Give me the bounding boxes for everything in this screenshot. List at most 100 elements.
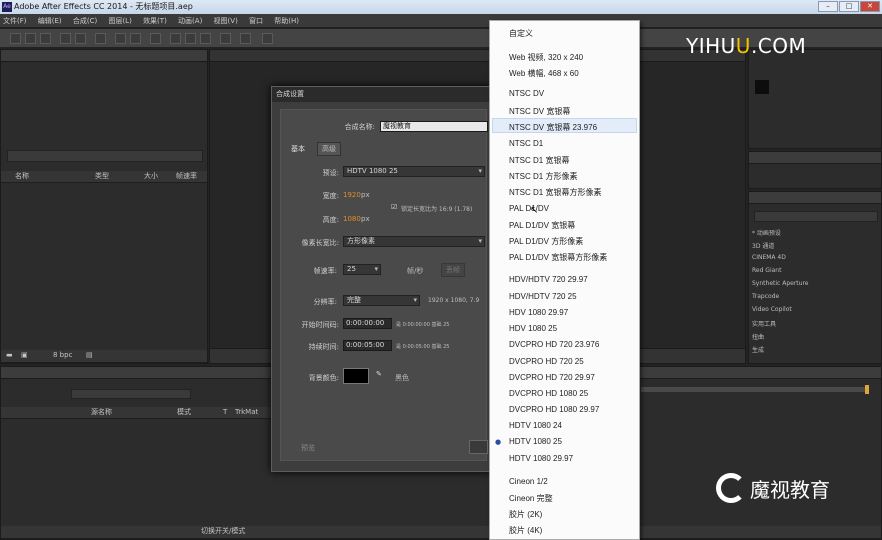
menu-help[interactable]: 帮助(H)	[274, 17, 299, 25]
effect-category-generate[interactable]: 生成	[752, 345, 764, 354]
effect-category-cinema4d[interactable]: CINEMA 4D	[752, 254, 786, 261]
effects-panel-tab[interactable]	[749, 192, 881, 204]
menu-layer[interactable]: 图层(L)	[108, 17, 131, 25]
preset-option[interactable]: Cineon 1/2	[509, 477, 548, 486]
text-tool-icon[interactable]	[150, 33, 161, 44]
shape-tool-icon[interactable]	[115, 33, 126, 44]
ok-button[interactable]	[469, 440, 488, 454]
column-t[interactable]: T	[223, 407, 227, 418]
effect-category-utility[interactable]: 实用工具	[752, 319, 776, 328]
preset-option[interactable]: PAL D1/DV	[509, 204, 549, 213]
menu-view[interactable]: 视图(V)	[214, 17, 238, 25]
menu-animation[interactable]: 动画(A)	[178, 17, 202, 25]
start-timecode-input[interactable]: 0:00:00:00	[343, 318, 392, 329]
project-search-input[interactable]	[7, 150, 203, 162]
menu-edit[interactable]: 编辑(E)	[38, 17, 62, 25]
effect-category-trapcode[interactable]: Trapcode	[752, 293, 779, 300]
preset-option[interactable]: NTSC D1 宽银幕方形像素	[509, 187, 601, 198]
timeline-search-input[interactable]	[71, 389, 191, 399]
preset-option[interactable]: 胶片 (4K)	[509, 525, 542, 536]
close-button[interactable]: ✕	[860, 1, 880, 12]
tab-basic[interactable]: 基本	[291, 144, 305, 154]
trash-icon[interactable]: ▤	[86, 350, 93, 361]
preset-option[interactable]: PAL D1/DV 宽银幕	[509, 220, 575, 231]
preset-option[interactable]: HDV 1080 25	[509, 324, 557, 333]
hand-tool-icon[interactable]	[25, 33, 36, 44]
preset-option[interactable]: NTSC DV 宽银幕 23.976	[509, 122, 597, 133]
menu-file[interactable]: 文件(F)	[3, 17, 27, 25]
duration-input[interactable]: 0:00:05:00	[343, 340, 392, 351]
preset-option[interactable]: HDV/HDTV 720 25	[509, 292, 577, 301]
project-panel-tab[interactable]	[1, 50, 207, 62]
audio-panel-tab[interactable]	[749, 152, 881, 164]
preset-option[interactable]: PAL D1/DV 方形像素	[509, 236, 583, 247]
effect-category-video-copilot[interactable]: Video Copilot	[752, 306, 792, 313]
maximize-button[interactable]: □	[839, 1, 859, 12]
preset-option-selected[interactable]: HDTV 1080 25	[509, 437, 562, 446]
effect-category-animation-presets[interactable]: * 动画预设	[752, 228, 781, 237]
effects-search-input[interactable]	[754, 211, 878, 222]
pixel-aspect-dropdown[interactable]: 方形像素	[343, 236, 485, 247]
column-name[interactable]: 名称	[15, 171, 29, 182]
new-comp-icon[interactable]: ▣	[21, 350, 28, 361]
camera-tool-icon[interactable]	[75, 33, 86, 44]
column-trkmat[interactable]: TrkMat	[235, 407, 258, 418]
preset-option[interactable]: NTSC D1	[509, 139, 543, 148]
align-icon[interactable]	[262, 33, 273, 44]
resolution-dropdown[interactable]: 完整	[343, 295, 420, 306]
preset-option[interactable]: 胶片 (2K)	[509, 509, 542, 520]
preset-option[interactable]: NTSC DV	[509, 89, 544, 98]
drop-frame-dropdown[interactable]: 丢帧	[441, 263, 465, 277]
preset-option[interactable]: DVCPRO HD 720 29.97	[509, 373, 595, 382]
column-source-name[interactable]: 源名称	[91, 407, 112, 418]
preset-option[interactable]: DVCPRO HD 1080 25	[509, 389, 588, 398]
preset-option[interactable]: NTSC D1 宽银幕	[509, 155, 569, 166]
minimize-button[interactable]: –	[818, 1, 838, 12]
menu-composition[interactable]: 合成(C)	[73, 17, 97, 25]
preset-option[interactable]: Cineon 完整	[509, 493, 553, 504]
roto-brush-tool-icon[interactable]	[220, 33, 231, 44]
column-size[interactable]: 大小	[144, 171, 158, 182]
preset-option[interactable]: HDV 1080 29.97	[509, 308, 568, 317]
preset-option[interactable]: HDV/HDTV 720 29.97	[509, 275, 588, 284]
eraser-tool-icon[interactable]	[200, 33, 211, 44]
column-type[interactable]: 类型	[95, 171, 109, 182]
toggle-switches-modes[interactable]: 切换开关/模式	[201, 526, 245, 537]
preset-option[interactable]: DVCPRO HD 720 23.976	[509, 340, 599, 349]
time-ruler[interactable]	[641, 387, 869, 392]
rotate-tool-icon[interactable]	[60, 33, 71, 44]
width-value[interactable]: 1920	[343, 191, 361, 199]
height-value[interactable]: 1080	[343, 215, 361, 223]
lock-aspect-checkbox[interactable]: ☑	[391, 203, 397, 211]
preset-option[interactable]: Web 横幅, 468 x 60	[509, 68, 579, 79]
clone-tool-icon[interactable]	[185, 33, 196, 44]
preset-option[interactable]: HDTV 1080 24	[509, 421, 562, 430]
background-color-swatch[interactable]	[343, 368, 369, 384]
zoom-tool-icon[interactable]	[40, 33, 51, 44]
bpc-indicator[interactable]: 8 bpc	[53, 350, 72, 361]
framerate-dropdown[interactable]: 25	[343, 264, 381, 275]
preset-option[interactable]: NTSC DV 宽银幕	[509, 106, 570, 117]
effect-category-red-giant[interactable]: Red Giant	[752, 267, 781, 274]
menu-effect[interactable]: 效果(T)	[143, 17, 167, 25]
brush-tool-icon[interactable]	[170, 33, 181, 44]
selection-tool-icon[interactable]	[10, 33, 21, 44]
preset-option[interactable]: HDTV 1080 29.97	[509, 454, 573, 463]
preset-option[interactable]: DVCPRO HD 720 25	[509, 357, 584, 366]
comp-name-input[interactable]: 魔视教育	[380, 121, 488, 132]
preset-dropdown[interactable]: HDTV 1080 25	[343, 166, 485, 177]
puppet-tool-icon[interactable]	[240, 33, 251, 44]
menu-window[interactable]: 窗口	[249, 17, 263, 25]
pan-behind-tool-icon[interactable]	[95, 33, 106, 44]
preset-option[interactable]: Web 视频, 320 x 240	[509, 52, 583, 63]
preset-option[interactable]: DVCPRO HD 1080 29.97	[509, 405, 599, 414]
tab-advanced[interactable]: 高级	[317, 142, 341, 156]
effect-category-3d-channel[interactable]: 3D 通道	[752, 241, 774, 250]
pen-tool-icon[interactable]	[130, 33, 141, 44]
column-framerate[interactable]: 帧速率	[176, 171, 197, 182]
composition-tab[interactable]	[210, 50, 745, 62]
preset-option[interactable]: 自定义	[509, 28, 533, 39]
effect-category-distort[interactable]: 扭曲	[752, 332, 764, 341]
column-mode[interactable]: 模式	[177, 407, 191, 418]
folder-icon[interactable]: ▬	[6, 350, 13, 361]
